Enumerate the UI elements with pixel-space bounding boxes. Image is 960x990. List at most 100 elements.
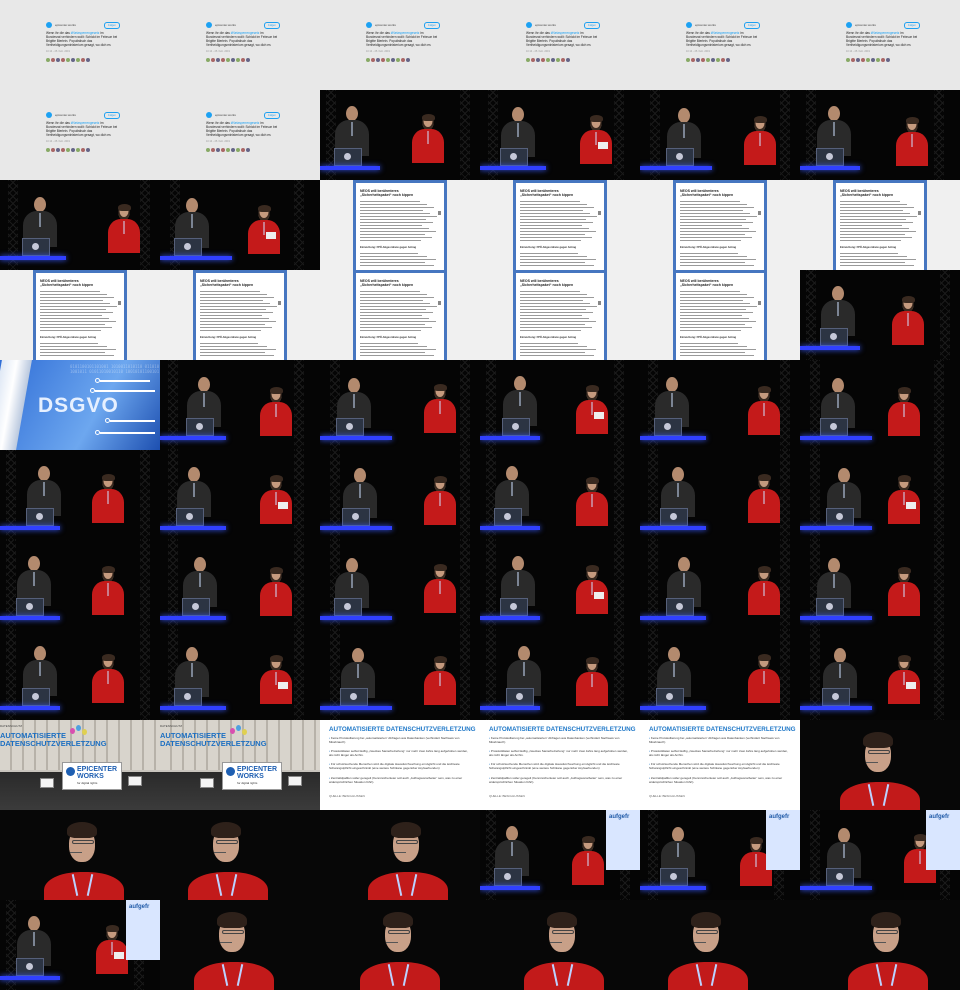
article-headline: NEOS will berühmteres „Sicherheitspaket“… xyxy=(680,279,734,287)
tweet-frame: epicenter.works Folgen Wenn ihr die das … xyxy=(800,0,960,90)
lectern-light xyxy=(800,706,872,710)
lectern-light xyxy=(480,886,540,890)
speaker-woman xyxy=(420,476,460,538)
lectern-light xyxy=(480,616,540,620)
tweet-card: epicenter.works Folgen Wenn ihr die das … xyxy=(366,22,440,70)
lectern-light xyxy=(800,166,860,170)
laptop-icon xyxy=(174,688,202,706)
lectern-light xyxy=(480,436,540,440)
stage-frame xyxy=(320,540,480,630)
glasses-icon xyxy=(388,930,410,934)
follow-button: Folgen xyxy=(744,22,760,29)
stage-frame xyxy=(160,450,320,540)
slide-title: AUTOMATISIERTE DATENSCHUTZVERLETZUNG xyxy=(649,726,796,733)
laptop-icon xyxy=(656,688,684,706)
stage-frame xyxy=(480,630,640,720)
tweet-card: epicenter.works Folgen Wenn ihr die das … xyxy=(846,22,920,70)
speaker-torso xyxy=(524,962,604,990)
laptop-icon xyxy=(654,418,682,436)
stage-truss xyxy=(294,180,304,270)
article-sheet: NEOS will berühmteres „Sicherheitspaket“… xyxy=(833,180,927,270)
speaker-woman xyxy=(740,116,780,178)
speaker-woman xyxy=(420,384,460,446)
stage-frame xyxy=(320,450,480,540)
stage-frame xyxy=(320,630,480,720)
tweet-body: Wenn ihr die das #Netzsperrengesetz im B… xyxy=(206,121,278,137)
lectern-light xyxy=(0,256,66,260)
protest-caption: DATENSCHUTZ xyxy=(0,724,23,728)
speaker-closeup-frame xyxy=(0,810,160,900)
dsgvo-label: DSGVO xyxy=(38,394,119,417)
retweeter-avatars xyxy=(686,58,730,62)
speaker-hair xyxy=(67,822,97,838)
tweet-handle: epicenter.works xyxy=(55,23,76,27)
screen-slide-word: aufgefr xyxy=(129,904,150,910)
lectern-light xyxy=(0,976,60,980)
slide-source: QUELLE: BESCHLUSSEN xyxy=(329,794,365,798)
speaker-hair xyxy=(211,822,241,838)
article-headline: NEOS will berühmteres „Sicherheitspaket“… xyxy=(520,189,574,197)
tweet-handle: epicenter.works xyxy=(535,23,556,27)
speaker-torso xyxy=(668,962,748,990)
tweet-time: 10:14 - 25. Feb. 2019 xyxy=(206,140,230,143)
lectern-light xyxy=(480,706,540,710)
stage-frame xyxy=(640,360,800,450)
stage-frame xyxy=(800,360,960,450)
slide-bullet: • Protokolldaten selbst läuftig „zweckes… xyxy=(329,749,468,757)
article-headline: NEOS will berühmteres „Sicherheitspaket“… xyxy=(840,189,894,197)
speaker-closeup-frame xyxy=(640,900,800,990)
stage-with-screen-frame: aufgefr xyxy=(800,810,960,900)
article-page: NEOS will berühmteres „Sicherheitspaket“… xyxy=(516,183,604,270)
stage-frame xyxy=(640,540,800,630)
stage-truss xyxy=(614,630,624,720)
laptop-icon xyxy=(16,958,44,976)
projection-screen: aufgefr xyxy=(766,810,800,870)
speaker-woman xyxy=(884,655,924,717)
binary-pattern: 0101100101101001 1010011010110 011010100… xyxy=(70,364,160,374)
laptop-icon xyxy=(336,418,364,436)
stage-truss xyxy=(934,450,944,540)
speaker-woman xyxy=(244,205,284,267)
headset-mic-icon xyxy=(394,852,406,853)
slide-bullet: • Protokolldaten selbst läuftig „zweckes… xyxy=(489,749,628,757)
paper-sheet xyxy=(278,502,288,509)
laptop-icon xyxy=(342,508,370,526)
article-frame: NEOS will berühmteres „Sicherheitspaket“… xyxy=(480,270,640,360)
speaker-woman xyxy=(256,655,296,717)
tweet-frame: epicenter.works Folgen Wenn ihr die das … xyxy=(160,0,320,90)
circuit-node-icon xyxy=(105,418,110,423)
speaker-woman xyxy=(576,115,616,177)
paper-sheet xyxy=(906,682,916,689)
protest-photo-frame: DATENSCHUTZ AUTOMATISIERTE DATENSCHUTZVER… xyxy=(0,720,160,810)
presentation-slide-frame: AUTOMATISIERTE DATENSCHUTZVERLETZUNG • K… xyxy=(480,720,640,810)
stage-frame xyxy=(160,360,320,450)
speaker-closeup-frame xyxy=(480,900,640,990)
protest-title: AUTOMATISIERTE DATENSCHUTZVERLETZUNG xyxy=(160,732,267,748)
stage-frame xyxy=(160,630,320,720)
retweeter-avatars xyxy=(206,148,250,152)
laptop-icon xyxy=(174,238,202,256)
speaker-woman xyxy=(572,477,612,539)
stage-truss xyxy=(934,630,944,720)
stage-truss xyxy=(140,630,150,720)
lectern-light xyxy=(320,706,392,710)
speaker-woman xyxy=(568,836,608,898)
stage-frame xyxy=(0,450,160,540)
follow-button: Folgen xyxy=(904,22,920,29)
lectern-light xyxy=(640,166,712,170)
laptop-icon xyxy=(502,418,530,436)
article-page: NEOS will berühmteres „Sicherheitspaket“… xyxy=(356,183,444,270)
speaker-torso xyxy=(840,782,920,810)
speaker-woman xyxy=(88,566,128,628)
speaker-closeup-frame xyxy=(320,900,480,990)
avatar-icon xyxy=(366,22,372,28)
stage-truss xyxy=(460,90,470,180)
speaker-torso xyxy=(360,962,440,990)
tweet-body: Wenn ihr die das #Netzsperrengesetz im B… xyxy=(526,31,598,47)
stage-truss xyxy=(460,540,470,630)
stage-truss xyxy=(614,450,624,540)
slide-bullet: • Für schutzsuchende Menschen wird die d… xyxy=(489,762,620,770)
tweet-handle: epicenter.works xyxy=(855,23,876,27)
headset-mic-icon xyxy=(220,942,232,943)
light-stripe xyxy=(0,360,32,450)
